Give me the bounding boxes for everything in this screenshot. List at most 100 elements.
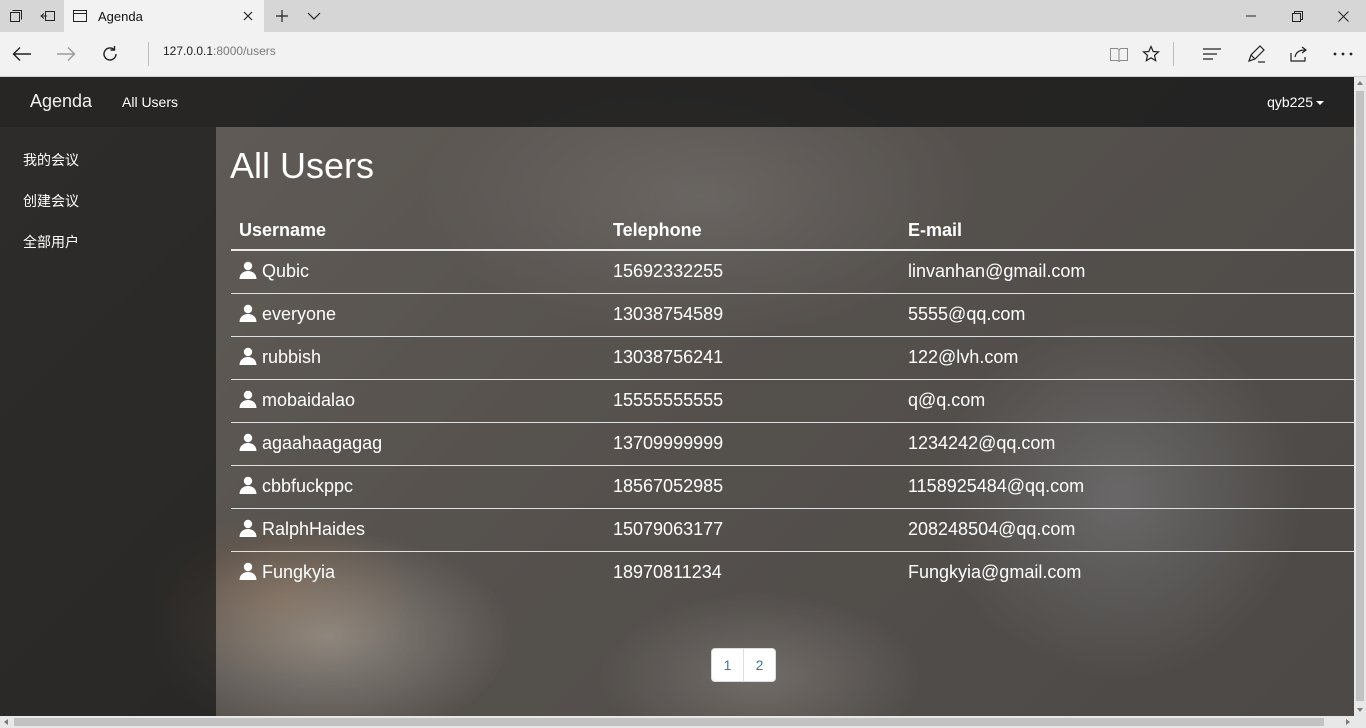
user-icon bbox=[239, 519, 257, 537]
column-header-username: Username bbox=[231, 212, 605, 251]
minimize-icon[interactable] bbox=[1228, 0, 1274, 32]
telephone-cell: 13038754589 bbox=[605, 293, 900, 337]
nav-all-users-link[interactable]: All Users bbox=[122, 94, 178, 110]
telephone-cell: 18970811234 bbox=[613, 562, 722, 583]
url-path: :8000/users bbox=[213, 44, 276, 58]
username: agaahaagagag bbox=[262, 433, 383, 453]
close-window-icon[interactable] bbox=[1320, 0, 1366, 32]
email-cell: 1234242@qq.com bbox=[900, 422, 1354, 466]
username: Qubic bbox=[262, 261, 310, 282]
set-aside-tabs-icon[interactable] bbox=[32, 0, 64, 32]
sidebar: 我的会议 创建会议 全部用户 bbox=[0, 127, 216, 716]
caret-down-icon bbox=[1316, 101, 1324, 105]
table-row: RalphHaides 15079063177 208248504@qq.com bbox=[231, 508, 1354, 552]
scroll-right-icon[interactable] bbox=[1346, 719, 1350, 725]
sidebar-item-my-meetings[interactable]: 我的会议 bbox=[23, 150, 79, 170]
username-cell: mobaidalao bbox=[231, 379, 605, 423]
vertical-scrollbar[interactable] bbox=[1354, 77, 1366, 716]
telephone-cell: 13709999999 bbox=[605, 422, 900, 466]
horizontal-scroll-thumb[interactable] bbox=[14, 718, 1324, 726]
column-header-email: E-mail bbox=[900, 212, 1354, 251]
back-arrow-icon[interactable] bbox=[0, 32, 44, 76]
toolbar-separator bbox=[1173, 42, 1174, 66]
username-cell: rubbish bbox=[231, 336, 605, 380]
address-separator bbox=[148, 42, 149, 66]
user-name: qyb225 bbox=[1267, 94, 1313, 110]
brand-link[interactable]: Agenda bbox=[30, 91, 92, 112]
email-cell: Fungkyia@gmail.com bbox=[908, 562, 1082, 583]
table-row: mobaidalao 15555555555 q@q.com bbox=[231, 379, 1354, 423]
hub-icon[interactable] bbox=[1190, 32, 1234, 76]
email-cell: 122@lvh.com bbox=[900, 336, 1354, 380]
telephone-cell: 15692332255 bbox=[605, 250, 900, 294]
telephone-cell: 15079063177 bbox=[605, 508, 900, 552]
table-row: agaahaagagag 13709999999 1234242@qq.com bbox=[231, 422, 1354, 466]
email-cell: 1158925484@qq.com bbox=[900, 465, 1354, 509]
user-icon bbox=[239, 390, 257, 408]
username-cell: RalphHaides bbox=[231, 508, 605, 552]
forward-arrow-icon[interactable] bbox=[44, 32, 88, 76]
tab-title: Agenda bbox=[98, 8, 143, 24]
table-row: rubbish 13038756241 122@lvh.com bbox=[231, 336, 1354, 380]
web-note-pen-icon[interactable] bbox=[1234, 32, 1278, 76]
close-tab-icon[interactable] bbox=[236, 4, 260, 28]
page-icon bbox=[72, 8, 88, 24]
email-cell: q@q.com bbox=[900, 379, 1354, 423]
scroll-up-icon[interactable] bbox=[1357, 81, 1363, 85]
username: RalphHaides bbox=[262, 519, 366, 539]
sidebar-item-create-meeting[interactable]: 创建会议 bbox=[23, 191, 79, 211]
telephone-cell: 18567052985 bbox=[605, 465, 900, 509]
sidebar-item-all-users[interactable]: 全部用户 bbox=[23, 232, 79, 252]
email-cell: linvanhan@gmail.com bbox=[900, 250, 1354, 294]
username-cell: everyone bbox=[231, 293, 605, 337]
page-viewport: Agenda All Users qyb225 我的会议 创建会议 全部用户 A… bbox=[0, 77, 1354, 716]
user-icon bbox=[239, 476, 257, 494]
telephone-cell: 13038756241 bbox=[605, 336, 900, 380]
refresh-icon[interactable] bbox=[88, 32, 132, 76]
browser-tab-bar: Agenda bbox=[0, 0, 1366, 32]
main-content: All Users Username Telephone E-mail Qubi… bbox=[216, 127, 1354, 716]
user-dropdown[interactable]: qyb225 bbox=[1267, 94, 1324, 110]
username: mobaidalao bbox=[262, 390, 356, 410]
email-cell: 5555@qq.com bbox=[900, 293, 1354, 337]
user-icon bbox=[239, 304, 257, 322]
url-host: 127.0.0.1 bbox=[163, 44, 214, 58]
top-navbar: Agenda All Users qyb225 bbox=[0, 77, 1354, 127]
username: everyone bbox=[262, 304, 337, 324]
table-row: cbbfuckppc 18567052985 1158925484@qq.com bbox=[231, 465, 1354, 509]
table-header-row: Username Telephone E-mail bbox=[231, 212, 1354, 251]
scroll-down-icon[interactable] bbox=[1357, 708, 1363, 712]
username-cell: cbbfuckppc bbox=[231, 465, 605, 509]
tab-agenda[interactable]: Agenda bbox=[64, 0, 264, 32]
column-header-telephone: Telephone bbox=[605, 212, 900, 251]
username-cell: Qubic bbox=[231, 250, 605, 294]
username-cell: Fungkyia bbox=[231, 551, 605, 594]
username-cell: agaahaagagag bbox=[231, 422, 605, 466]
tab-list-icon[interactable] bbox=[0, 0, 32, 32]
user-icon bbox=[239, 262, 257, 280]
share-icon[interactable] bbox=[1277, 32, 1321, 76]
horizontal-scrollbar[interactable] bbox=[0, 716, 1366, 728]
users-table: Username Telephone E-mail Qubic 15692332… bbox=[231, 212, 1354, 594]
table-row: everyone 13038754589 5555@qq.com bbox=[231, 293, 1354, 337]
table-row: Qubic 15692332255 linvanhan@gmail.com bbox=[231, 250, 1354, 294]
page-link-1[interactable]: 1 bbox=[711, 648, 744, 682]
favorite-star-icon[interactable] bbox=[1129, 32, 1173, 76]
page-title: All Users bbox=[230, 145, 375, 186]
url-field[interactable]: 127.0.0.1:8000/users bbox=[163, 44, 276, 58]
new-tab-icon[interactable] bbox=[266, 0, 298, 32]
username: Fungkyia bbox=[262, 562, 336, 583]
user-icon bbox=[239, 433, 257, 451]
scroll-left-icon[interactable] bbox=[4, 719, 8, 725]
tab-preview-chevron-icon[interactable] bbox=[298, 0, 330, 32]
username: rubbish bbox=[262, 347, 322, 367]
more-icon[interactable] bbox=[1321, 32, 1365, 76]
email-cell: 208248504@qq.com bbox=[900, 508, 1354, 552]
username: cbbfuckppc bbox=[262, 476, 354, 496]
telephone-cell: 15555555555 bbox=[605, 379, 900, 423]
page-link-2[interactable]: 2 bbox=[743, 648, 776, 682]
user-icon bbox=[239, 347, 257, 365]
restore-icon[interactable] bbox=[1274, 0, 1320, 32]
vertical-scroll-thumb[interactable] bbox=[1356, 91, 1364, 701]
table-row: Fungkyia 18970811234 Fungkyia@gmail.com bbox=[231, 551, 1354, 594]
